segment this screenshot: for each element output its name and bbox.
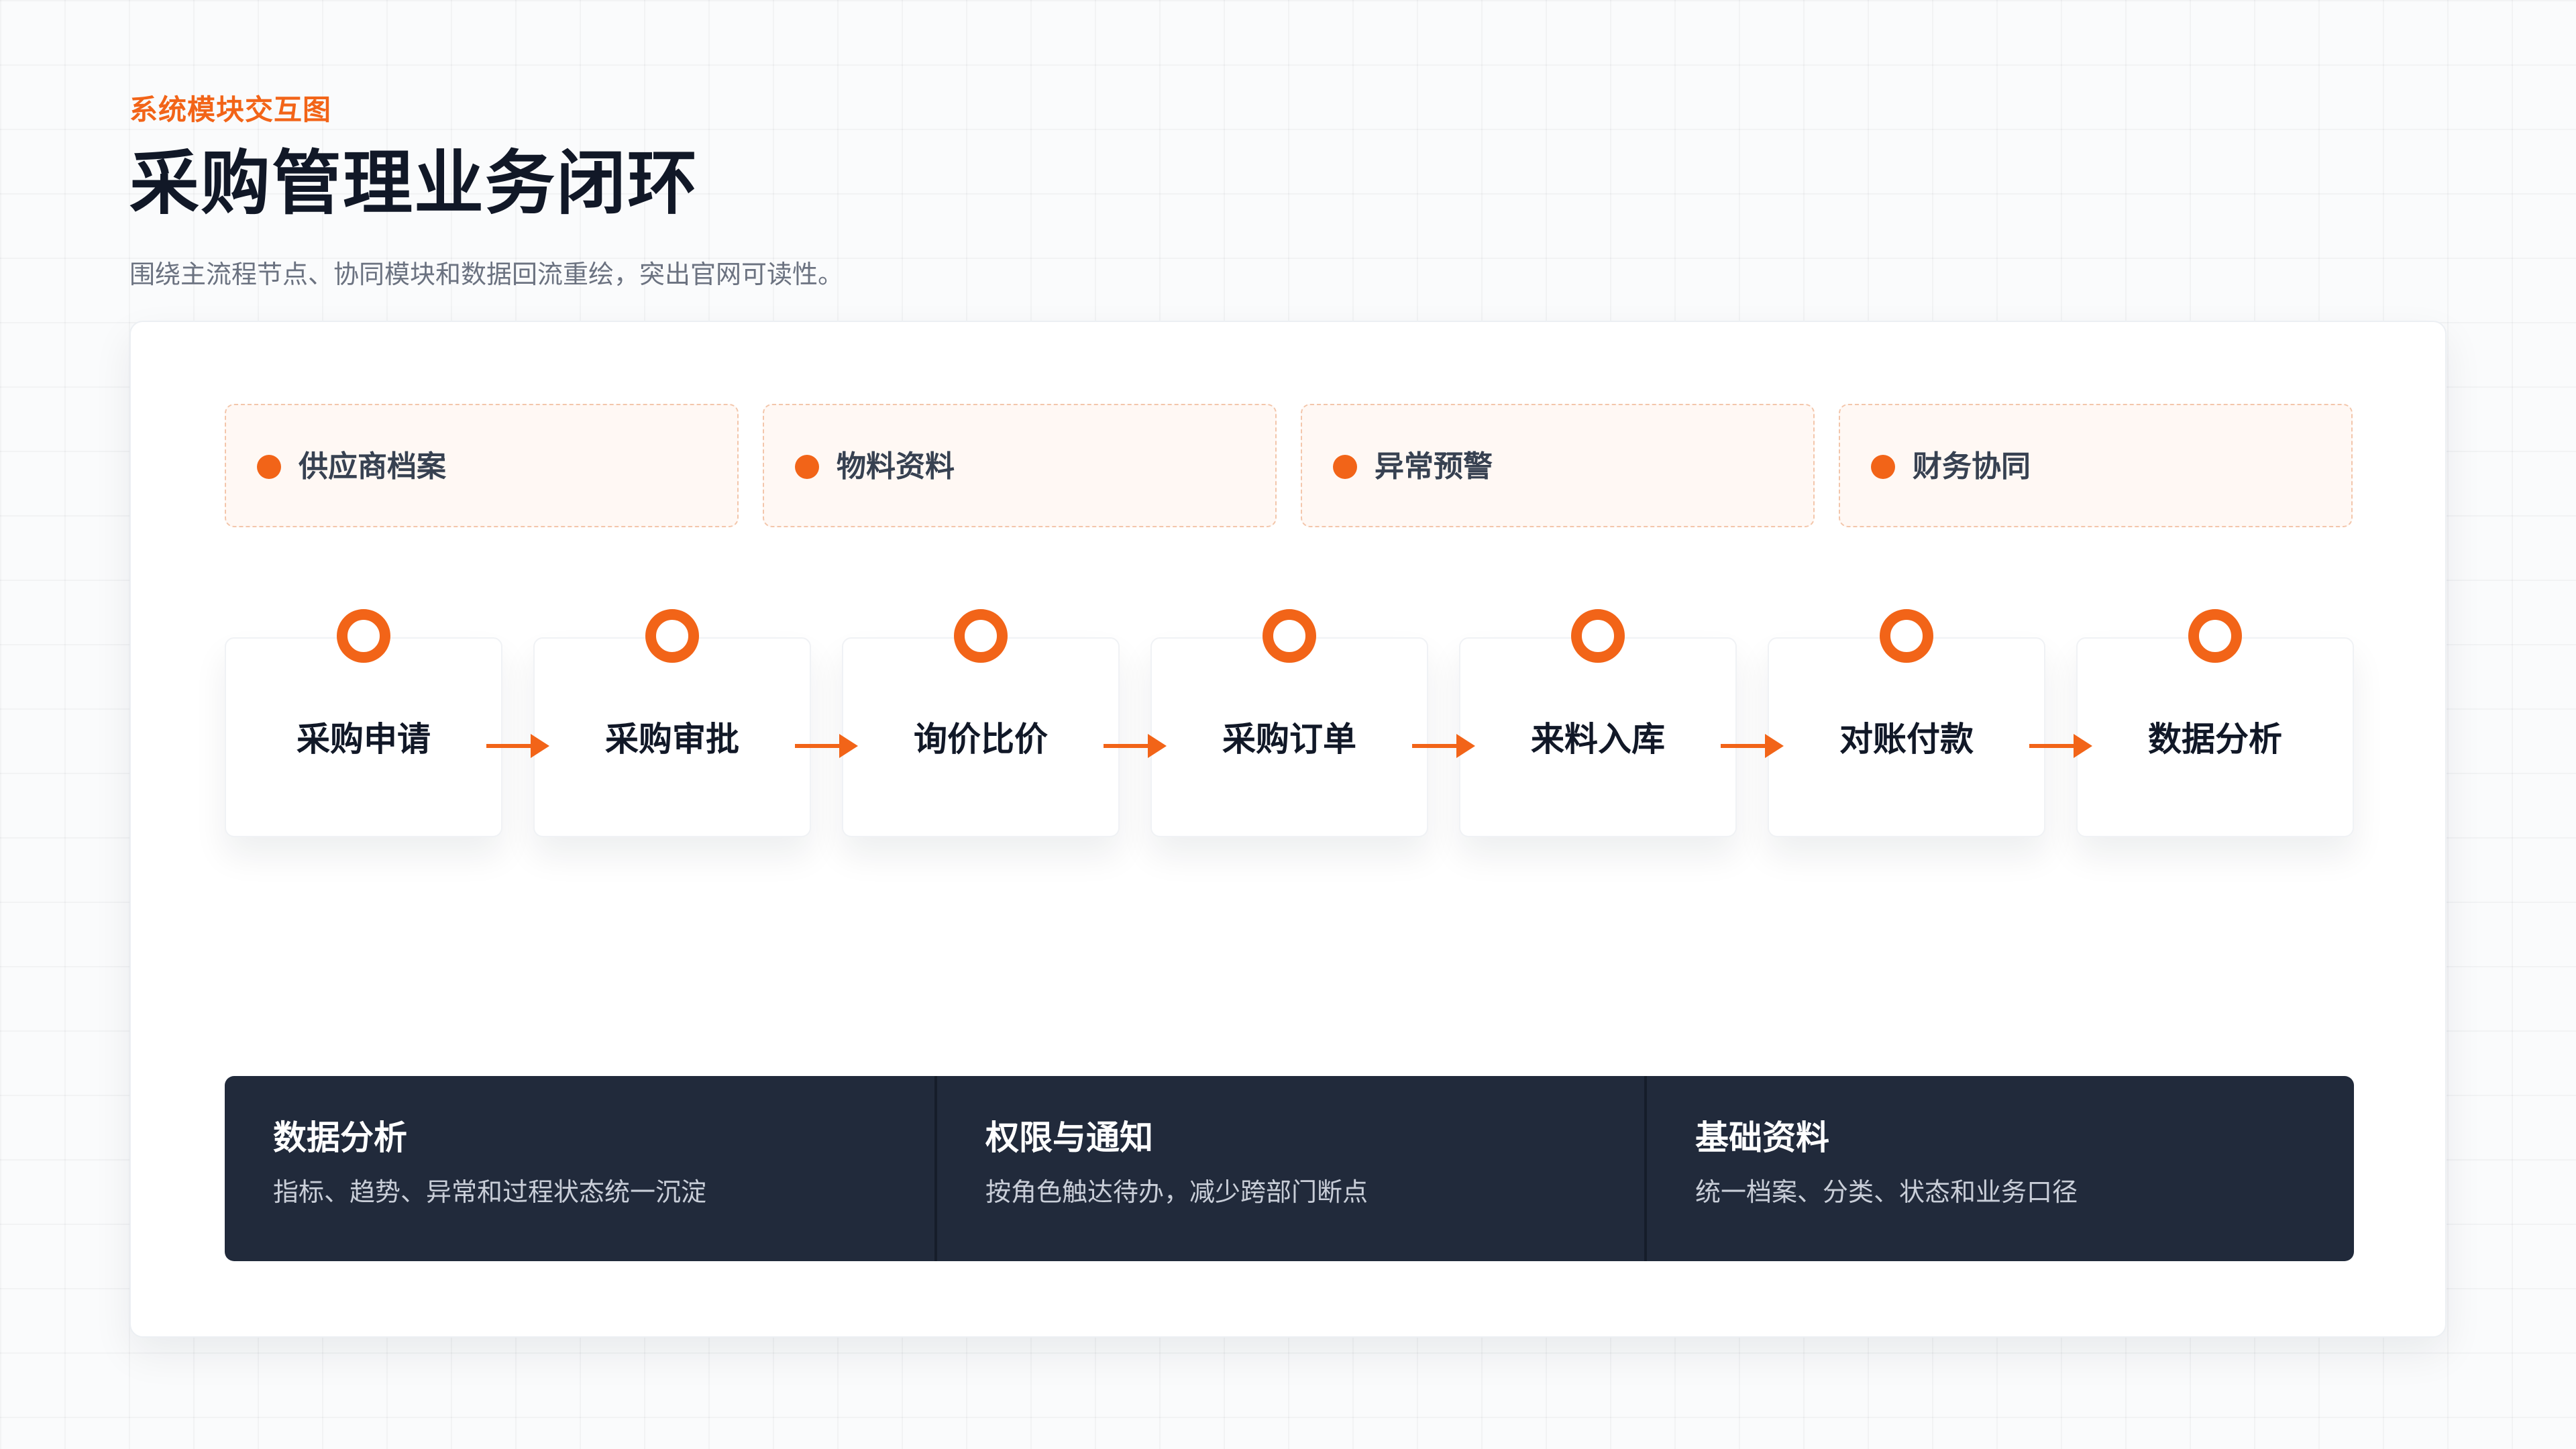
capability-panel: 基础资料 统一档案、分类、状态和业务口径: [1644, 1076, 2354, 1261]
flow-step-label: 询价比价: [914, 720, 1048, 759]
panel-title: 数据分析: [273, 1118, 407, 1157]
arrow-right-icon: [1721, 733, 1784, 759]
module-card: 财务协同: [1839, 404, 2353, 527]
arrow-right-icon: [486, 733, 549, 759]
module-label: 供应商档案: [299, 449, 446, 484]
flow-step-label: 采购申请: [297, 720, 431, 759]
flow-step: 询价比价: [842, 637, 1120, 837]
support-modules: 供应商档案 物料资料 异常预警 财务协同: [225, 404, 2354, 527]
step-ring-icon: [1571, 609, 1625, 663]
arrow-right-icon: [2029, 733, 2092, 759]
flow-step: 采购申请: [225, 637, 502, 837]
flow-step-label: 采购审批: [605, 720, 739, 759]
module-card: 物料资料: [763, 404, 1277, 527]
step-ring-icon: [954, 609, 1008, 663]
module-card: 供应商档案: [225, 404, 739, 527]
panel-title: 权限与通知: [985, 1118, 1153, 1157]
process-flow: 采购申请 采购审批 询价比价 采购订单 来料入库 对账付款 数据分析: [225, 609, 2354, 879]
flow-step: 来料入库: [1459, 637, 1737, 837]
flow-step: 采购审批: [533, 637, 811, 837]
arrow-right-icon: [1104, 733, 1167, 759]
flow-step-label: 数据分析: [2148, 720, 2282, 759]
capability-panel: 权限与通知 按角色触达待办，减少跨部门断点: [934, 1076, 1644, 1261]
page-subtitle: 围绕主流程节点、协同模块和数据回流重绘，突出官网可读性。: [129, 260, 844, 289]
bullet-dot-icon: [795, 455, 819, 479]
capability-panel: 数据分析 指标、趋势、异常和过程状态统一沉淀: [225, 1076, 934, 1261]
panel-title: 基础资料: [1695, 1118, 1829, 1157]
module-card: 异常预警: [1301, 404, 1815, 527]
capability-bar: 数据分析 指标、趋势、异常和过程状态统一沉淀 权限与通知 按角色触达待办，减少跨…: [225, 1076, 2354, 1261]
page-title: 采购管理业务闭环: [129, 142, 699, 224]
panel-description: 统一档案、分类、状态和业务口径: [1695, 1177, 2078, 1207]
flow-step: 采购订单: [1150, 637, 1428, 837]
step-ring-icon: [645, 609, 699, 663]
step-ring-icon: [1880, 609, 1933, 663]
module-label: 异常预警: [1375, 449, 1493, 484]
module-label: 财务协同: [1913, 449, 2031, 484]
arrow-right-icon: [1412, 733, 1475, 759]
bullet-dot-icon: [257, 455, 281, 479]
bullet-dot-icon: [1871, 455, 1895, 479]
flow-step: 数据分析: [2076, 637, 2354, 837]
diagram-card: 供应商档案 物料资料 异常预警 财务协同 采购申请 采购审批 询价比价 采购订单…: [129, 321, 2447, 1338]
panel-description: 指标、趋势、异常和过程状态统一沉淀: [273, 1177, 707, 1207]
step-ring-icon: [337, 609, 390, 663]
flow-step-label: 对账付款: [1839, 720, 1974, 759]
flow-step-label: 来料入库: [1531, 720, 1665, 759]
step-ring-icon: [1263, 609, 1316, 663]
module-label: 物料资料: [837, 449, 955, 484]
flow-step: 对账付款: [1768, 637, 2045, 837]
step-ring-icon: [2188, 609, 2242, 663]
eyebrow-label: 系统模块交互图: [129, 93, 332, 126]
arrow-right-icon: [795, 733, 858, 759]
flow-step-label: 采购订单: [1222, 720, 1356, 759]
panel-description: 按角色触达待办，减少跨部门断点: [985, 1177, 1368, 1207]
bullet-dot-icon: [1333, 455, 1357, 479]
